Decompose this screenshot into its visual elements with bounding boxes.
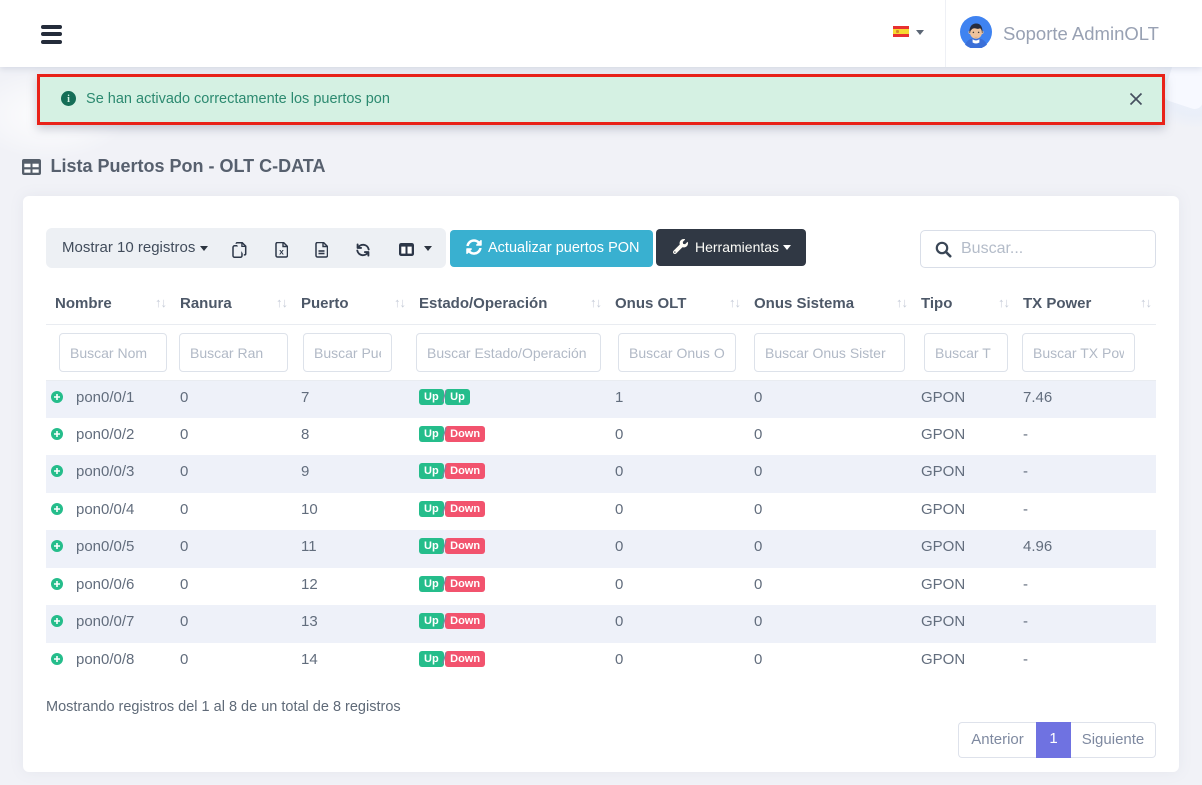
svg-text:i: i <box>67 94 70 105</box>
svg-text:x: x <box>279 246 284 256</box>
